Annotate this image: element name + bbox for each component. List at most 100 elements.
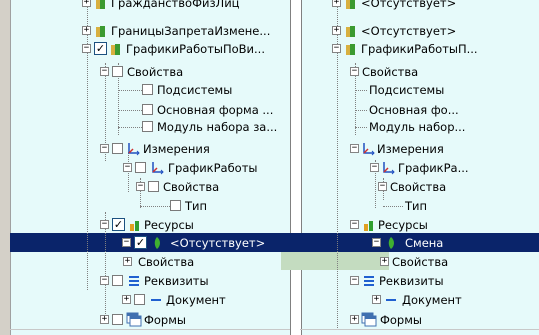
include-checkbox[interactable]: ✓: [94, 42, 107, 55]
include-checkbox[interactable]: ✓: [112, 218, 125, 231]
tree-label: ГраницыЗапретаИзмене...: [111, 24, 271, 38]
collapse-toggle[interactable]: −: [350, 220, 359, 229]
left-row[interactable]: − ГрафикРаботы: [123, 159, 288, 177]
tree-label: Модуль набор...: [369, 120, 466, 134]
collapse-toggle[interactable]: −: [370, 163, 379, 172]
include-checkbox[interactable]: [112, 314, 123, 325]
include-checkbox[interactable]: [134, 294, 145, 305]
collapse-toggle[interactable]: −: [378, 182, 387, 191]
right-row[interactable]: − Реквизиты: [350, 272, 535, 290]
collapse-toggle[interactable]: −: [100, 220, 109, 229]
resources-icon: [130, 221, 139, 231]
include-checkbox[interactable]: [112, 143, 123, 154]
expand-toggle[interactable]: +: [332, 26, 341, 35]
left-row[interactable]: − Свойства: [136, 178, 286, 196]
tree-label: Подсистемы: [157, 83, 233, 97]
tree-label: Свойства: [390, 180, 447, 194]
tree-label: Подсистемы: [369, 83, 445, 97]
collapse-toggle[interactable]: −: [332, 44, 341, 53]
right-row[interactable]: − ГрафикРа...: [370, 159, 535, 177]
expand-toggle[interactable]: +: [100, 315, 109, 324]
right-row-selected[interactable]: − Смена: [372, 234, 532, 252]
resource-icon: [154, 237, 160, 249]
left-row[interactable]: − Измерения: [100, 140, 285, 158]
collapse-toggle[interactable]: −: [82, 44, 91, 53]
left-row[interactable]: + ГраницыЗапретаИзмене...: [82, 22, 282, 40]
collapse-toggle[interactable]: −: [100, 67, 109, 76]
bottom-separator-left: [10, 329, 290, 330]
left-row[interactable]: + ГражданствоФизЛиц: [82, 0, 282, 12]
tree-label: Измерения: [377, 142, 444, 156]
include-checkbox[interactable]: [142, 121, 153, 132]
left-row[interactable]: + Формы: [100, 311, 285, 329]
tree-label: Свойства: [392, 255, 449, 269]
right-row[interactable]: Тип: [383, 197, 533, 215]
right-row[interactable]: − Свойства: [350, 63, 535, 81]
right-row[interactable]: Подсистемы: [355, 81, 535, 99]
expand-toggle[interactable]: +: [122, 295, 131, 304]
attribute-icon: [151, 299, 161, 301]
include-checkbox[interactable]: [135, 162, 146, 173]
dimension-icon: [152, 162, 164, 175]
collapse-toggle[interactable]: −: [122, 238, 131, 247]
left-row[interactable]: − ✓ ГрафикиРаботыПоВи...: [82, 40, 282, 58]
folder-icon: [346, 0, 355, 9]
include-checkbox[interactable]: [142, 104, 153, 115]
right-row[interactable]: + Свойства: [380, 253, 530, 271]
right-row[interactable]: Основная фо...: [355, 101, 535, 119]
right-row[interactable]: − ГрафикиРаботыП...: [332, 40, 537, 58]
collapse-toggle[interactable]: −: [100, 144, 109, 153]
right-row[interactable]: + Формы: [350, 311, 535, 329]
right-row[interactable]: + Документ: [372, 291, 532, 309]
collapse-toggle[interactable]: −: [350, 67, 359, 76]
tree-label: Измерения: [143, 142, 210, 156]
left-row[interactable]: Тип: [140, 197, 285, 215]
expand-toggle[interactable]: +: [82, 26, 91, 35]
expand-toggle[interactable]: +: [123, 257, 132, 266]
right-row[interactable]: + <Отсутствует>: [332, 22, 532, 40]
include-checkbox[interactable]: [112, 275, 123, 286]
forms-icon: [361, 312, 377, 327]
tree-label: ГражданствоФизЛиц: [111, 0, 240, 10]
left-row[interactable]: Подсистемы: [118, 81, 288, 99]
expand-toggle[interactable]: +: [82, 0, 91, 7]
folder-icon: [96, 0, 105, 9]
tree-label: ГрафикиРаботыПоВи...: [126, 42, 265, 56]
right-row[interactable]: Модуль набор...: [355, 118, 535, 136]
expand-toggle[interactable]: +: [350, 315, 359, 324]
tree-label: Документ: [166, 293, 226, 307]
left-row-selected[interactable]: − ✓ <Отсутствует>: [122, 234, 282, 252]
collapse-toggle[interactable]: −: [123, 163, 132, 172]
collapse-toggle[interactable]: −: [372, 238, 381, 247]
folder-icon: [346, 26, 355, 37]
expand-toggle[interactable]: +: [380, 257, 389, 266]
folder-icon: [111, 44, 120, 55]
left-row[interactable]: + Свойства: [118, 253, 283, 271]
attributes-icon: [364, 276, 374, 286]
include-checkbox[interactable]: ✓: [134, 236, 147, 249]
collapse-toggle[interactable]: −: [350, 144, 359, 153]
collapse-toggle[interactable]: −: [350, 276, 359, 285]
include-checkbox[interactable]: [112, 66, 123, 77]
tree-label: ГрафикиРаботыП...: [361, 42, 478, 56]
collapse-toggle[interactable]: −: [136, 182, 145, 191]
right-row[interactable]: − Измерения: [350, 140, 535, 158]
tree-label: Документ: [402, 293, 462, 307]
expand-toggle[interactable]: +: [332, 0, 341, 7]
left-row[interactable]: + Документ: [122, 291, 287, 309]
include-checkbox[interactable]: [142, 84, 153, 95]
left-row[interactable]: Модуль набора за...: [118, 118, 288, 136]
include-checkbox[interactable]: [148, 181, 159, 192]
left-row[interactable]: Основная форма ...: [118, 101, 288, 119]
right-row[interactable]: + <Отсутствует>: [332, 0, 532, 12]
collapse-toggle[interactable]: −: [100, 276, 109, 285]
right-row[interactable]: − Ресурсы: [350, 216, 535, 234]
left-row[interactable]: − Свойства: [100, 63, 285, 81]
left-row[interactable]: − Реквизиты: [100, 272, 285, 290]
column-divider[interactable]: [290, 0, 302, 335]
left-row[interactable]: − ✓ Ресурсы: [100, 216, 285, 234]
include-checkbox[interactable]: [170, 200, 181, 211]
expand-toggle[interactable]: +: [372, 295, 381, 304]
right-row[interactable]: − Свойства: [378, 178, 533, 196]
tree-label: Ресурсы: [144, 218, 194, 232]
